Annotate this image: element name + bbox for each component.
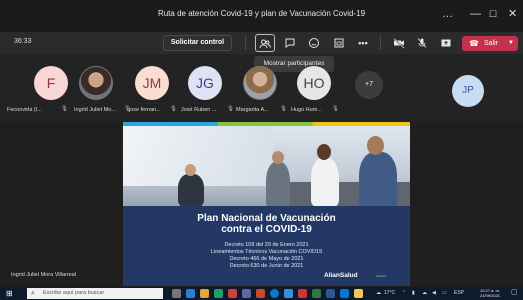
- taskbar-app-icon[interactable]: [298, 289, 307, 298]
- taskbar-app-icon[interactable]: [256, 289, 265, 298]
- taskbar-date: 21/09/2021: [480, 293, 501, 298]
- windows-start-icon[interactable]: ⊞: [6, 289, 13, 298]
- slide-photo-person: [311, 158, 339, 208]
- toolbar-divider: [380, 36, 381, 50]
- slide-photo-person: [359, 152, 397, 210]
- slide-photo-person-head: [185, 164, 196, 176]
- mic-off-icon: 🎙︎: [332, 106, 339, 112]
- teams-meeting-window: Ruta de atención Covid-19 y plan de Vacu…: [0, 0, 523, 300]
- participants-icon: [259, 39, 271, 49]
- participant-avatar-photo[interactable]: [79, 66, 113, 100]
- minimize-button[interactable]: —: [470, 8, 481, 20]
- show-hidden-icons-icon[interactable]: ⌃: [402, 290, 406, 296]
- search-placeholder: Escribe aquí para buscar: [43, 290, 105, 296]
- slide-text-line: Decreto 630 de Junio de 2021: [229, 263, 304, 269]
- participant-name: José Ruben ...: [181, 107, 217, 113]
- slide-photo-person: [266, 162, 290, 210]
- more-actions-button[interactable]: •••: [353, 34, 373, 52]
- slide-photo-person-head: [367, 136, 384, 155]
- participant-avatar-photo[interactable]: [243, 66, 277, 100]
- chat-icon: [285, 38, 295, 48]
- participant-name: Feconvida (I...: [7, 107, 42, 113]
- self-avatar[interactable]: JP: [452, 75, 484, 107]
- excel-icon[interactable]: [312, 289, 321, 298]
- close-button[interactable]: ✕: [508, 8, 517, 20]
- weather-icon[interactable]: ☁: [376, 290, 381, 296]
- mic-off-icon: 🎙︎: [227, 106, 234, 112]
- share-content-button[interactable]: [436, 34, 456, 52]
- mic-off-icon: 🎙︎: [280, 106, 287, 112]
- mute-button[interactable]: [412, 34, 432, 52]
- onedrive-icon[interactable]: ☁: [422, 290, 427, 296]
- participant-avatar[interactable]: JM: [135, 66, 169, 100]
- slide-title: contra el COVID-19: [221, 224, 312, 235]
- presenter-name: Ingrid Juliet Mora Villarreal: [11, 272, 77, 278]
- participant-name: Margarita A...: [236, 107, 269, 113]
- slide-text-line: Lineamientos Técnicos Vacunación COVID19: [210, 249, 323, 255]
- battery-icon[interactable]: ▭: [442, 290, 447, 296]
- notifications-icon[interactable]: ▢: [511, 288, 518, 296]
- chat-button[interactable]: [280, 34, 300, 52]
- toolbar-divider: [245, 36, 246, 50]
- participant-name: Hugo Hum...: [291, 107, 322, 113]
- slide-photo-person-head: [317, 144, 331, 160]
- presentation-slide: Plan Nacional de Vacunación contra el CO…: [123, 122, 410, 286]
- phone-hangup-icon: ☎: [469, 39, 479, 48]
- edge-icon[interactable]: [270, 289, 279, 298]
- leave-button-label: Salir: [484, 40, 499, 47]
- camera-off-icon: [393, 37, 405, 49]
- more-participants-button[interactable]: +7: [355, 71, 383, 99]
- mic-off-icon: 🎙︎: [170, 106, 177, 112]
- network-icon[interactable]: ▮: [412, 290, 415, 296]
- request-control-button[interactable]: Solicitar control: [163, 35, 232, 51]
- secondary-logo: ▭▭▭: [376, 274, 386, 278]
- mic-off-icon: [417, 38, 427, 48]
- slide-text-line: Decreto 109 del 29 de Enero 2021: [224, 242, 309, 248]
- taskbar-app-icon[interactable]: [284, 289, 293, 298]
- keyboard-layout-indicator[interactable]: ESP: [454, 290, 464, 296]
- more-options-icon[interactable]: …: [442, 8, 453, 20]
- maximize-button[interactable]: ☐: [489, 8, 497, 20]
- camera-off-button[interactable]: [389, 34, 409, 52]
- ellipsis-icon: •••: [358, 38, 368, 48]
- aliansalud-logo: AlianSalud: [324, 272, 358, 279]
- slide-text-line: Decreto 466 de Mayo de 2021: [229, 256, 304, 262]
- taskbar-search-input[interactable]: ⌕ Escribe aquí para buscar: [27, 288, 163, 299]
- taskbar-app-icon[interactable]: [340, 289, 349, 298]
- teams-icon[interactable]: [242, 289, 251, 298]
- slide-photo-person: [178, 174, 204, 208]
- participant-avatar[interactable]: HO: [297, 66, 331, 100]
- taskbar-app-icon[interactable]: [186, 289, 195, 298]
- weather-temperature[interactable]: 17°C: [384, 290, 395, 296]
- meeting-timer: 36:33: [14, 38, 32, 45]
- participant-name: Ingrid Juliet Mo...: [74, 107, 116, 113]
- search-icon: ⌕: [31, 290, 35, 297]
- show-participants-button[interactable]: [255, 34, 275, 52]
- participant-avatar[interactable]: JG: [188, 66, 222, 100]
- participant-avatar[interactable]: F: [34, 66, 68, 100]
- file-explorer-icon[interactable]: [200, 289, 209, 298]
- volume-icon[interactable]: ◀: [432, 290, 436, 296]
- rooms-icon: [334, 38, 344, 48]
- mic-off-icon: 🎙︎: [61, 106, 68, 112]
- taskbar-app-icon[interactable]: [214, 289, 223, 298]
- windows-taskbar: ⊞ ⌕ Escribe aquí para buscar ☁ 17°C ⌃ ▮ …: [0, 287, 523, 300]
- reactions-button[interactable]: [304, 34, 324, 52]
- share-screen-icon: [441, 39, 451, 47]
- leave-button[interactable]: ☎ Salir ▼: [462, 36, 518, 51]
- word-icon[interactable]: [326, 289, 335, 298]
- slide-photo-person-head: [272, 151, 284, 164]
- taskbar-app-icon[interactable]: [354, 289, 363, 298]
- participant-name: jose fernan...: [129, 107, 161, 113]
- title-bar: Ruta de atención Covid-19 y plan de Vacu…: [0, 0, 523, 32]
- chevron-down-icon[interactable]: ▼: [508, 36, 514, 51]
- rooms-button[interactable]: [329, 34, 349, 52]
- taskbar-clock[interactable]: 10:27 a. m. 21/09/2021: [480, 288, 500, 298]
- meeting-toolbar: 36:33 Solicitar control ••• ☎ Salir ▼: [0, 32, 523, 54]
- task-view-icon[interactable]: [172, 289, 181, 298]
- reactions-icon: [309, 38, 319, 48]
- taskbar-app-icon[interactable]: [228, 289, 237, 298]
